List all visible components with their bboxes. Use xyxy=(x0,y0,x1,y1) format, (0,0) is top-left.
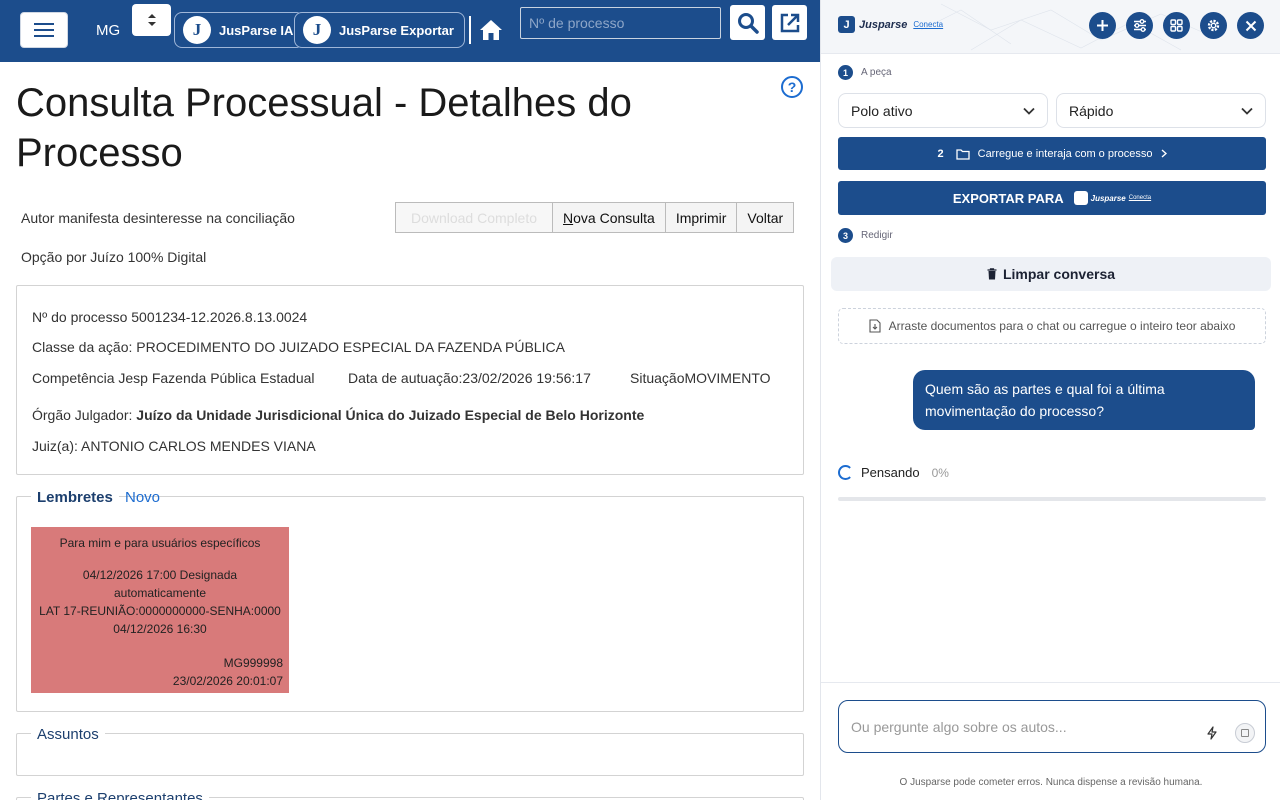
export-brand: Jusparse Conecta xyxy=(1073,191,1151,205)
process-judge: Juiz(a): ANTONIO CARLOS MENDES VIANA xyxy=(32,438,316,454)
top-navbar: MG J JusParse IA J JusParse Exportar xyxy=(0,0,820,62)
step-3: 3 Redigir xyxy=(838,228,893,243)
jusparse-logo-icon xyxy=(1073,191,1088,205)
chevron-down-icon xyxy=(1241,107,1253,115)
grid-icon xyxy=(1170,19,1183,32)
conciliation-note: Autor manifesta desinteresse na concilia… xyxy=(21,210,295,226)
process-info-box: Nº do processo 5001234-12.2026.8.13.0024… xyxy=(16,285,804,475)
chat-input[interactable] xyxy=(838,700,1266,753)
panel-brand: J Jusparse Conecta xyxy=(838,16,943,33)
settings-button[interactable] xyxy=(1200,12,1227,39)
digital-note: Opção por Juízo 100% Digital xyxy=(21,249,207,265)
jusparse-logo-icon: J xyxy=(183,16,211,44)
jusparse-ia-label: JusParse IA xyxy=(219,22,294,38)
close-icon xyxy=(1245,20,1256,31)
open-external-button[interactable] xyxy=(772,5,807,40)
home-icon[interactable] xyxy=(478,18,504,42)
chat-input-area: O Jusparse pode cometer erros. Nunca dis… xyxy=(821,682,1280,800)
jusparse-logo-icon: J xyxy=(838,16,855,33)
process-number: Nº do processo 5001234-12.2026.8.13.0024 xyxy=(32,309,308,325)
process-situation: SituaçãoMOVIMENTO xyxy=(630,370,771,386)
process-filing-date: Data de autuação:23/02/2026 19:56:17 xyxy=(348,370,591,386)
process-page: MG J JusParse IA J JusParse Exportar Nº … xyxy=(0,0,820,800)
page-title: Consulta Processual - Detalhes do Proces… xyxy=(16,81,632,175)
thinking-indicator: Pensando 0% xyxy=(838,465,949,480)
chevron-right-icon xyxy=(1161,149,1167,158)
jusparse-logo-icon: J xyxy=(303,16,331,44)
plus-icon xyxy=(1097,20,1108,31)
new-query-button[interactable]: Nova Consulta xyxy=(552,202,666,233)
print-button[interactable]: Imprimir xyxy=(664,202,738,233)
process-court: Órgão Julgador: Juízo da Unidade Jurisdi… xyxy=(32,407,645,423)
process-competence: Competência Jesp Fazenda Pública Estadua… xyxy=(32,370,315,386)
sliders-icon xyxy=(1133,19,1146,32)
step-1: 1 A peça xyxy=(838,65,892,80)
subjects-heading[interactable]: Assuntos xyxy=(31,726,105,743)
state-select[interactable] xyxy=(132,4,171,36)
trash-icon xyxy=(987,268,997,280)
jusparse-ia-button[interactable]: J JusParse IA xyxy=(174,12,305,48)
state-label: MG xyxy=(96,22,121,39)
back-button[interactable]: Voltar xyxy=(736,202,795,233)
disclaimer-text: O Jusparse pode cometer erros. Nunca dis… xyxy=(899,777,1203,788)
clear-conversation-button[interactable]: Limpar conversa xyxy=(831,257,1271,291)
chevron-down-icon xyxy=(1023,107,1035,115)
close-panel-button[interactable] xyxy=(1237,12,1264,39)
new-reminder-link[interactable]: Novo xyxy=(125,489,160,506)
jusparse-export-button[interactable]: J JusParse Exportar xyxy=(294,12,465,48)
menu-icon xyxy=(34,23,54,25)
help-icon[interactable]: ? xyxy=(781,76,803,98)
panel-header: J Jusparse Conecta xyxy=(821,0,1280,54)
spinner-icon xyxy=(838,465,853,480)
user-message-bubble: Quem são as partes e qual foi a última m… xyxy=(913,370,1255,430)
settings-sliders-button[interactable] xyxy=(1126,12,1153,39)
reminder-meta: MG999998 23/02/2026 20:01:07 xyxy=(172,656,283,688)
process-class: Classe da ação: PROCEDIMENTO DO JUIZADO … xyxy=(32,339,565,355)
jusparse-export-label: JusParse Exportar xyxy=(339,22,454,38)
document-drop-zone[interactable]: Arraste documentos para o chat ou carreg… xyxy=(838,308,1266,344)
reminder-card[interactable]: Para mim e para usuários específicos 04/… xyxy=(31,527,289,693)
folder-icon xyxy=(955,148,970,160)
search-icon xyxy=(737,12,759,34)
navbar-separator xyxy=(469,16,471,44)
jusparse-panel: J Jusparse Conecta 1 A peça Polo ativo R… xyxy=(820,0,1280,800)
export-button[interactable]: EXPORTAR PARA Jusparse Conecta xyxy=(838,181,1266,215)
reminder-body: 04/12/2026 17:00 Designada automaticamen… xyxy=(39,568,281,636)
lightning-icon[interactable] xyxy=(1206,726,1218,740)
apps-grid-button[interactable] xyxy=(1163,12,1190,39)
gear-icon xyxy=(1207,19,1220,32)
stop-button[interactable] xyxy=(1235,723,1255,743)
process-number-input[interactable] xyxy=(520,7,721,39)
action-buttons: Download Completo Nova Consulta Imprimir… xyxy=(395,202,795,233)
mode-select[interactable]: Rápido xyxy=(1056,93,1266,128)
sort-icon xyxy=(147,14,156,26)
upload-file-icon xyxy=(869,319,881,333)
reminders-heading: Lembretes xyxy=(31,489,119,506)
menu-button[interactable] xyxy=(20,12,68,48)
app-root: MG J JusParse IA J JusParse Exportar Nº … xyxy=(0,0,1280,800)
search-button[interactable] xyxy=(730,5,765,40)
reminder-audience: Para mim e para usuários específicos xyxy=(59,536,261,550)
download-complete-button[interactable]: Download Completo xyxy=(395,202,553,233)
stop-icon xyxy=(1241,729,1249,737)
new-chat-button[interactable] xyxy=(1089,12,1116,39)
parties-heading[interactable]: Partes e Representantes xyxy=(31,790,209,800)
polo-select[interactable]: Polo ativo xyxy=(838,93,1048,128)
load-process-button[interactable]: 2 Carregue e interaja com o processo xyxy=(838,137,1266,170)
subjects-box xyxy=(16,733,804,776)
open-external-icon xyxy=(780,13,799,32)
thinking-progress-bar xyxy=(838,497,1266,501)
